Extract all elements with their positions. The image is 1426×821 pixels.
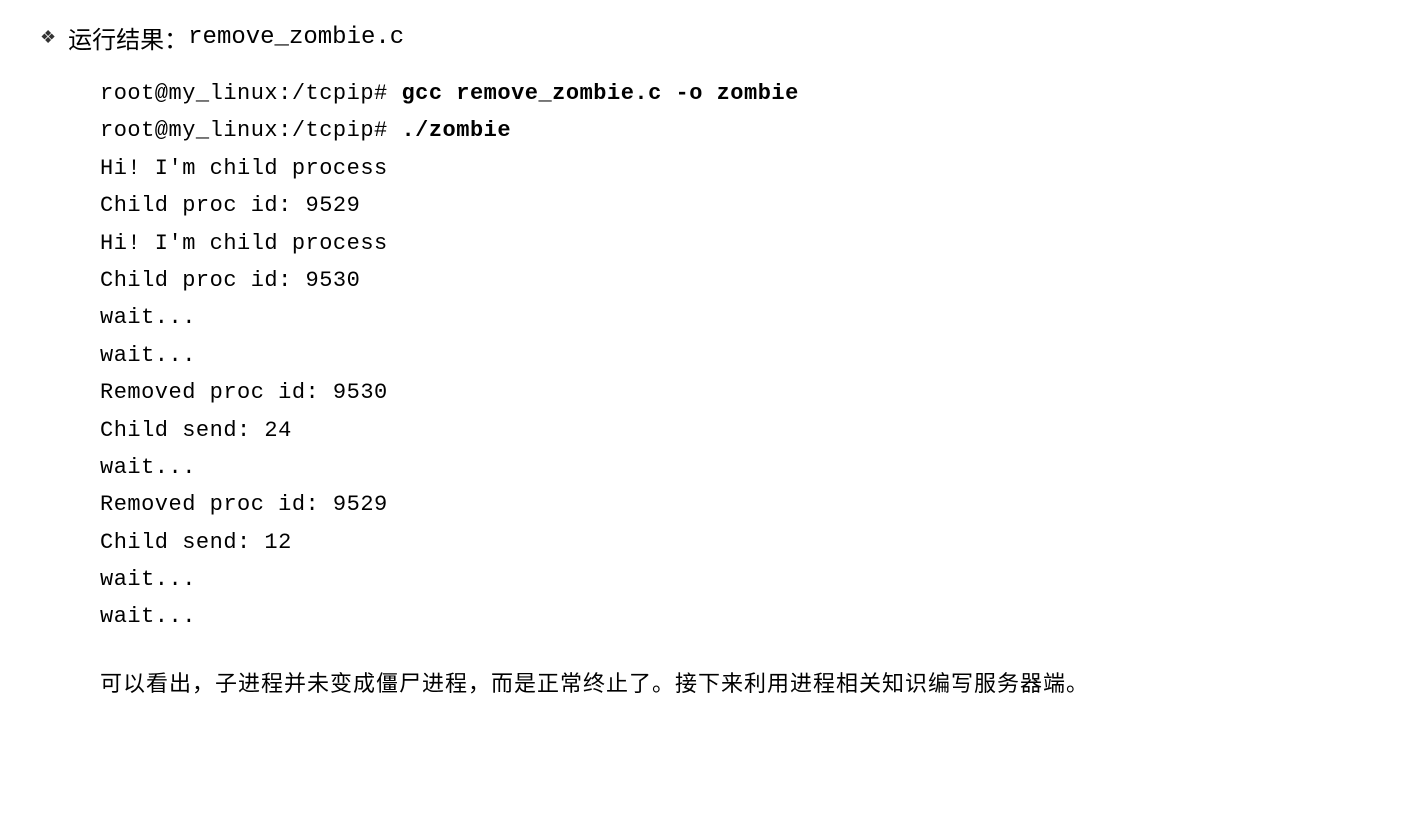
terminal-prompt: root@my_linux:/tcpip# bbox=[100, 118, 401, 143]
terminal-line: Removed proc id: 9529 bbox=[100, 486, 1386, 523]
footer-paragraph: 可以看出，子进程并未变成僵尸进程，而是正常终止了。接下来利用进程相关知识编写服务… bbox=[100, 666, 1386, 698]
section-heading: ❖ 运行结果： remove_zombie.c bbox=[40, 20, 1386, 55]
terminal-line: wait... bbox=[100, 561, 1386, 598]
terminal-line: Hi! I'm child process bbox=[100, 225, 1386, 262]
terminal-line: root@my_linux:/tcpip# gcc remove_zombie.… bbox=[100, 75, 1386, 112]
terminal-line: Removed proc id: 9530 bbox=[100, 374, 1386, 411]
terminal-line: Hi! I'm child process bbox=[100, 150, 1386, 187]
terminal-line: Child send: 24 bbox=[100, 412, 1386, 449]
terminal-line: Child proc id: 9530 bbox=[100, 262, 1386, 299]
heading-filename: remove_zombie.c bbox=[188, 24, 404, 51]
terminal-command: gcc remove_zombie.c -o zombie bbox=[401, 81, 798, 106]
terminal-line: wait... bbox=[100, 598, 1386, 635]
terminal-command: ./zombie bbox=[401, 118, 511, 143]
terminal-line: wait... bbox=[100, 299, 1386, 336]
terminal-line: wait... bbox=[100, 449, 1386, 486]
terminal-line: Child send: 12 bbox=[100, 524, 1386, 561]
heading-label: 运行结果： bbox=[68, 20, 188, 55]
terminal-line: root@my_linux:/tcpip# ./zombie bbox=[100, 112, 1386, 149]
terminal-line: Child proc id: 9529 bbox=[100, 187, 1386, 224]
terminal-line: wait... bbox=[100, 337, 1386, 374]
bullet-icon: ❖ bbox=[40, 27, 56, 48]
terminal-prompt: root@my_linux:/tcpip# bbox=[100, 81, 401, 106]
terminal-output: root@my_linux:/tcpip# gcc remove_zombie.… bbox=[100, 75, 1386, 636]
